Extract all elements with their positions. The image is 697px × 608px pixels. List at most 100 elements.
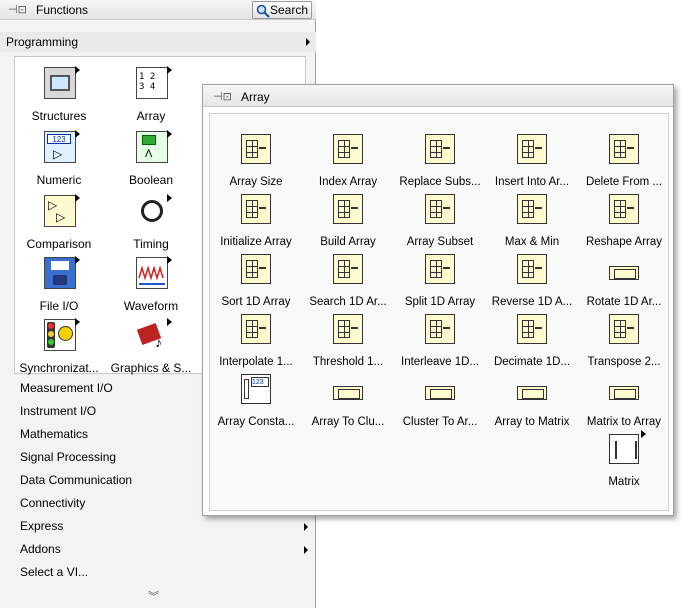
- waveform-icon: [136, 256, 172, 289]
- array-item-build-array[interactable]: Build Array: [302, 186, 394, 248]
- array-item-label: Matrix: [608, 476, 640, 488]
- array-item-reshape-array[interactable]: Reshape Array: [578, 186, 670, 248]
- array-to-matrix-icon: [517, 386, 547, 400]
- array-item-interleave-1d-arrays[interactable]: Interleave 1D...: [394, 306, 486, 368]
- palette-item-file-io[interactable]: File I/O: [19, 253, 99, 317]
- search-label: Search: [270, 3, 309, 17]
- pin-icon[interactable]: ⊣⊡: [8, 3, 27, 16]
- array-titlebar[interactable]: ⊣⊡ Array: [203, 85, 673, 107]
- interleave-1d-arrays-icon: [425, 314, 455, 344]
- category-programming[interactable]: Programming: [0, 32, 316, 52]
- category-label: Express: [20, 519, 64, 533]
- array-item-reverse-1d-array[interactable]: Reverse 1D A...: [486, 246, 578, 308]
- max-min-icon: [517, 194, 547, 224]
- palette-item-timing[interactable]: Timing: [111, 191, 191, 255]
- expand-arrow-icon: [304, 523, 308, 531]
- palette-item-synchronization[interactable]: Synchronizat...: [19, 315, 99, 379]
- palette-item-label: Numeric: [36, 173, 82, 187]
- array-item-label: Array to Matrix: [494, 416, 570, 428]
- category-label: Connectivity: [20, 496, 86, 510]
- array-item-label: Cluster To Ar...: [402, 416, 478, 428]
- search-icon: [256, 4, 270, 18]
- array-functions-grid: Array Size Index Array Replace Subs... I…: [209, 113, 669, 511]
- palette-item-numeric[interactable]: 123 ▷ Numeric: [19, 127, 99, 191]
- array-item-threshold-1d-array[interactable]: Threshold 1...: [302, 306, 394, 368]
- array-item-array-constant[interactable]: 123 Array Consta...: [210, 366, 302, 428]
- expand-arrow-icon: [306, 38, 310, 46]
- array-icon: 1 2 3 4: [136, 66, 172, 99]
- initialize-array-icon: [241, 194, 271, 224]
- array-item-rotate-1d-array[interactable]: Rotate 1D Ar...: [578, 246, 670, 308]
- palette-item-label: File I/O: [39, 299, 79, 313]
- interpolate-1d-array-icon: [241, 314, 271, 344]
- structures-icon: [44, 66, 80, 99]
- array-item-array-to-matrix[interactable]: Array to Matrix: [486, 366, 578, 428]
- split-1d-array-icon: [425, 254, 455, 284]
- comparison-icon: ▷ ▷: [44, 194, 80, 227]
- palette-item-array[interactable]: 1 2 3 4 Array: [111, 63, 191, 127]
- array-item-label: Array Consta...: [217, 416, 295, 428]
- array-item-matrix[interactable]: Matrix: [578, 426, 670, 488]
- clock-icon: [136, 194, 172, 227]
- delete-from-array-icon: [609, 134, 639, 164]
- palette-item-label: Boolean: [128, 173, 174, 187]
- search-1d-array-icon: [333, 254, 363, 284]
- palette-item-comparison[interactable]: ▷ ▷ Comparison: [19, 191, 99, 255]
- palette-item-label: Graphics & S...: [110, 361, 192, 375]
- graphics-sound-icon: ♪: [136, 318, 172, 351]
- array-item-initialize-array[interactable]: Initialize Array: [210, 186, 302, 248]
- array-item-decimate-1d-array[interactable]: Decimate 1D...: [486, 306, 578, 368]
- palette-item-structures[interactable]: Structures: [19, 63, 99, 127]
- array-item-delete-from-array[interactable]: Delete From ...: [578, 126, 670, 188]
- expand-arrow-icon: [304, 546, 308, 554]
- array-item-label: Array To Clu...: [311, 416, 385, 428]
- palette-item-label: Array: [136, 109, 166, 123]
- category-label: Select a VI...: [20, 565, 89, 579]
- palette-item-waveform[interactable]: Waveform: [111, 253, 191, 317]
- category-label: Mathematics: [20, 427, 89, 441]
- array-item-insert-into-array[interactable]: Insert Into Ar...: [486, 126, 578, 188]
- category-label: Signal Processing: [20, 450, 117, 464]
- array-title: Array: [241, 90, 270, 104]
- category-select-a-vi[interactable]: Select a VI...: [0, 561, 316, 584]
- category-label: Instrument I/O: [20, 404, 97, 418]
- chevron-down-icon[interactable]: ︾: [148, 588, 159, 604]
- matrix-to-array-icon: [609, 386, 639, 400]
- array-item-replace-subset[interactable]: Replace Subs...: [394, 126, 486, 188]
- functions-titlebar[interactable]: ⊣⊡ Functions Search: [0, 0, 316, 20]
- array-item-sort-1d-array[interactable]: Sort 1D Array: [210, 246, 302, 308]
- traffic-light-icon: [44, 318, 80, 351]
- array-item-index-array[interactable]: Index Array: [302, 126, 394, 188]
- boolean-icon: Λ: [136, 130, 172, 163]
- pin-icon[interactable]: ⊣⊡: [213, 90, 232, 103]
- array-size-icon: [241, 134, 271, 164]
- palette-item-graphics-sound[interactable]: ♪ Graphics & S...: [111, 315, 191, 379]
- array-item-search-1d-array[interactable]: Search 1D Ar...: [302, 246, 394, 308]
- array-item-interpolate-1d-array[interactable]: Interpolate 1...: [210, 306, 302, 368]
- sort-1d-array-icon: [241, 254, 271, 284]
- reverse-1d-array-icon: [517, 254, 547, 284]
- palette-item-label: Structures: [31, 109, 87, 123]
- category-label: Addons: [20, 542, 61, 556]
- category-label: Data Communication: [20, 473, 133, 487]
- array-subset-icon: [425, 194, 455, 224]
- array-item-matrix-to-array[interactable]: Matrix to Array: [578, 366, 670, 428]
- array-item-array-size[interactable]: Array Size: [210, 126, 302, 188]
- category-label: Programming: [6, 35, 79, 49]
- array-item-cluster-to-array[interactable]: Cluster To Ar...: [394, 366, 486, 428]
- search-button[interactable]: Search: [252, 1, 312, 19]
- rotate-1d-array-icon: [609, 266, 639, 280]
- array-item-split-1d-array[interactable]: Split 1D Array: [394, 246, 486, 308]
- array-item-max-min[interactable]: Max & Min: [486, 186, 578, 248]
- transpose-2d-array-icon: [609, 314, 639, 344]
- functions-title: Functions: [36, 3, 89, 17]
- category-express[interactable]: Express: [0, 515, 316, 538]
- palette-item-boolean[interactable]: Λ Boolean: [111, 127, 191, 191]
- array-item-array-subset[interactable]: Array Subset: [394, 186, 486, 248]
- palette-item-label: Timing: [133, 237, 169, 251]
- cluster-to-array-icon: [425, 386, 455, 400]
- array-item-transpose-2d-array[interactable]: Transpose 2...: [578, 306, 670, 368]
- category-addons[interactable]: Addons: [0, 538, 316, 561]
- submenu-arrow-icon: [641, 430, 646, 438]
- array-item-array-to-cluster[interactable]: Array To Clu...: [302, 366, 394, 428]
